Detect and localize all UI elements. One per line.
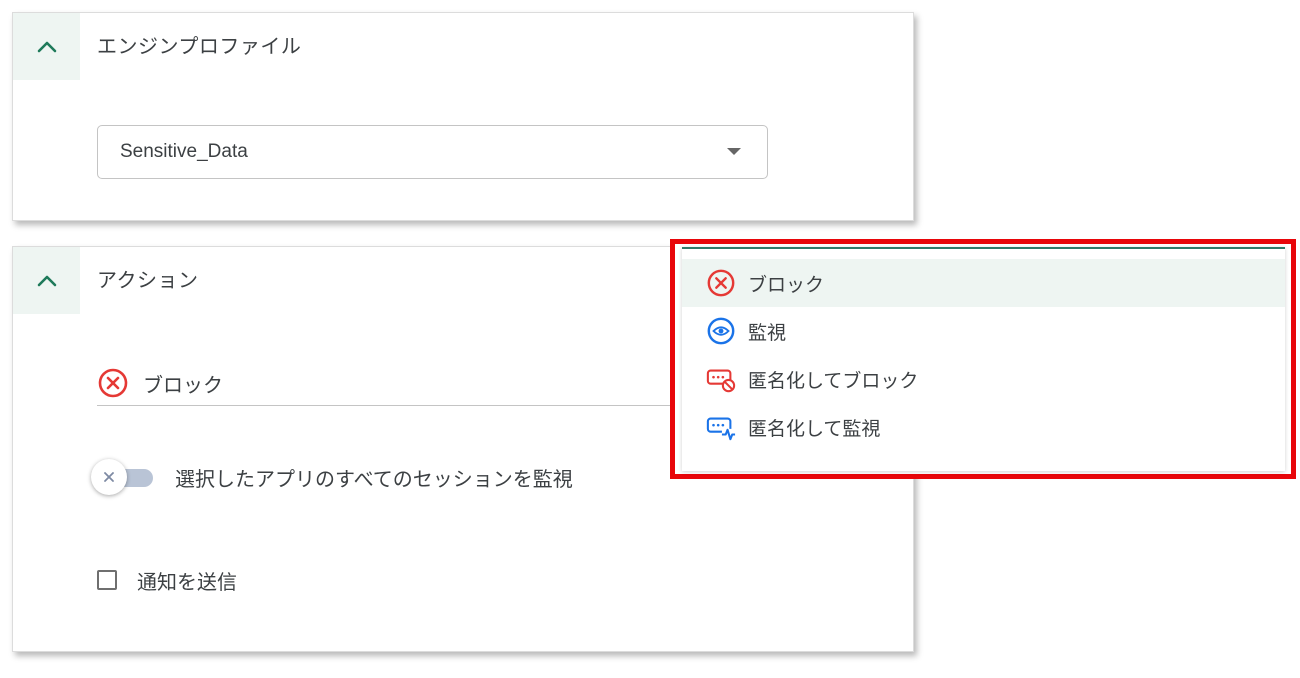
anonymize-block-icon [706,364,736,394]
block-icon [706,268,736,298]
toggle-knob [91,459,127,495]
close-icon [103,471,115,483]
send-notification-row: 通知を送信 [97,565,237,595]
action-select[interactable]: ブロック [97,361,687,406]
menu-item-block[interactable]: ブロック [682,259,1285,307]
engine-profile-select-value: Sensitive_Data [120,141,248,162]
engine-profile-title: エンジンプロファイル [97,34,302,58]
action-dropdown-menu: ブロック 監視 匿名化してブロック 匿名化して監視 [682,247,1285,471]
menu-item-monitor[interactable]: 監視 [682,307,1285,355]
monitor-eye-icon [706,316,736,346]
menu-item-label: 匿名化して監視 [748,417,881,440]
dropdown-caret-icon [727,148,741,155]
monitor-all-sessions-label: 選択したアプリのすべてのセッションを監視 [175,466,573,491]
menu-item-anonymize-monitor[interactable]: 匿名化して監視 [682,403,1285,451]
engine-profile-select[interactable]: Sensitive_Data [97,125,768,179]
engine-profile-panel: エンジンプロファイル Sensitive_Data [12,12,914,221]
menu-item-label: 匿名化してブロック [748,369,919,392]
chevron-up-icon [36,274,58,288]
engine-profile-collapse-button[interactable] [13,13,80,80]
action-collapse-button[interactable] [13,247,80,314]
chevron-up-icon [36,40,58,54]
send-notification-checkbox[interactable] [97,570,117,590]
menu-item-label: 監視 [748,321,787,344]
anonymize-monitor-icon [706,412,736,442]
menu-item-label: ブロック [748,273,825,296]
monitor-all-sessions-row: 選択したアプリのすべてのセッションを監視 [91,457,573,497]
action-title: アクション [97,268,199,292]
send-notification-label: 通知を送信 [137,569,237,594]
monitor-all-sessions-toggle[interactable] [91,459,155,495]
highlight-frame: ブロック 監視 匿名化してブロック 匿名化して監視 [670,239,1296,479]
menu-item-anonymize-block[interactable]: 匿名化してブロック [682,355,1285,403]
block-icon [97,367,129,399]
action-select-value: ブロック [143,372,223,397]
